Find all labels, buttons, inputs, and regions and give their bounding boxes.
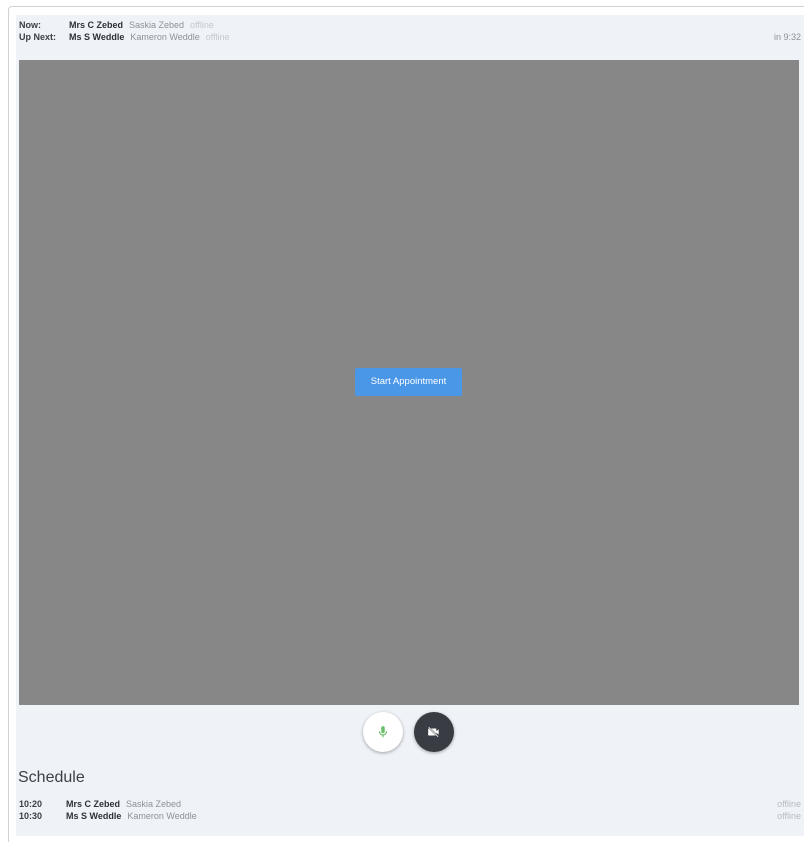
up-next-patient-detail: Kameron Weddle <box>130 32 200 42</box>
schedule-patient-name: Ms S Weddle <box>66 811 122 821</box>
camera-toggle-button[interactable] <box>414 712 454 752</box>
now-label: Now: <box>19 20 41 30</box>
schedule-status: offline <box>777 811 801 821</box>
up-next-countdown: in 9:32 <box>773 32 801 42</box>
now-patient: Mrs C Zebed Saskia Zebed offline <box>69 19 214 31</box>
start-appointment-button[interactable]: Start Appointment <box>355 368 462 396</box>
video-area: Start Appointment <box>19 60 799 705</box>
up-next-patient-name: Ms S Weddle <box>69 32 125 42</box>
mic-toggle-button[interactable] <box>363 712 403 752</box>
schedule-patient: Mrs C Zebed Saskia Zebed <box>66 798 181 810</box>
up-next-patient: Ms S Weddle Kameron Weddle offline <box>69 31 230 43</box>
up-next-status: offline <box>205 32 230 42</box>
schedule-time: 10:20 <box>19 799 43 809</box>
schedule-time: 10:30 <box>19 811 43 821</box>
now-row: Now: Mrs C Zebed Saskia Zebed offline <box>19 19 801 31</box>
now-status: offline <box>190 20 214 30</box>
up-next-row: Up Next: Ms S Weddle Kameron Weddle offlin… <box>19 31 801 43</box>
appointment-panel: Now: Mrs C Zebed Saskia Zebed offline Up N… <box>16 15 804 836</box>
call-controls <box>363 712 463 752</box>
schedule-item[interactable]: 10:30 Ms S Weddle Kameron Weddle offline <box>19 810 801 822</box>
schedule-patient-detail: Kameron Weddle <box>127 811 197 821</box>
up-next-label: Up Next: <box>19 32 57 42</box>
now-patient-detail: Saskia Zebed <box>129 20 185 30</box>
schedule-patient-name: Mrs C Zebed <box>66 799 121 809</box>
schedule-patient-detail: Saskia Zebed <box>126 799 182 809</box>
schedule-patient: Ms S Weddle Kameron Weddle <box>66 810 197 822</box>
microphone-icon <box>378 726 388 738</box>
schedule-title: Schedule <box>18 769 85 786</box>
schedule-item[interactable]: 10:20 Mrs C Zebed Saskia Zebed offline <box>19 798 801 810</box>
schedule-list: 10:20 Mrs C Zebed Saskia Zebed offline 10… <box>19 798 801 822</box>
schedule-status: offline <box>777 799 801 809</box>
video-off-icon <box>428 726 439 738</box>
now-patient-name: Mrs C Zebed <box>69 20 124 30</box>
appointment-header: Now: Mrs C Zebed Saskia Zebed offline Up N… <box>19 19 801 43</box>
